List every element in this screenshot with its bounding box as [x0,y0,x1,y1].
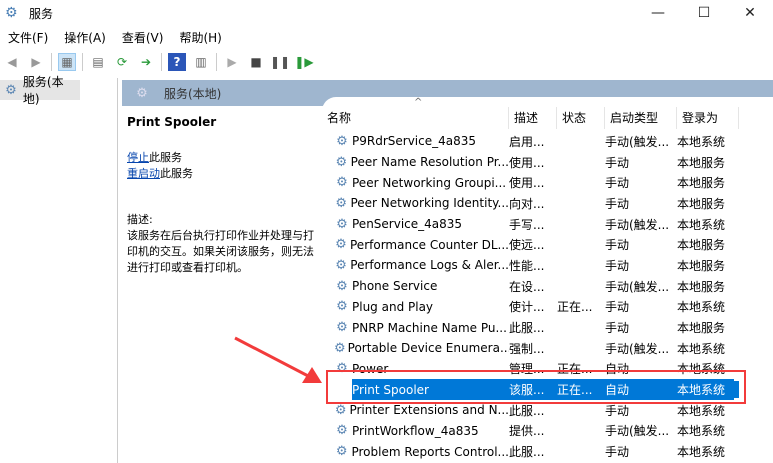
annotation-arrow-icon [234,336,322,383]
